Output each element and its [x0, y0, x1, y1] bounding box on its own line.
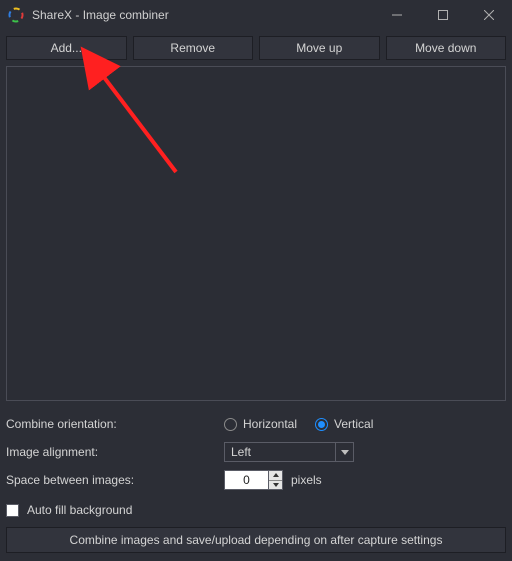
chevron-down-icon: [273, 483, 279, 487]
orientation-vertical-radio[interactable]: Vertical: [315, 417, 373, 431]
alignment-label: Image alignment:: [6, 445, 224, 459]
orientation-label: Combine orientation:: [6, 417, 224, 431]
radio-label: Horizontal: [243, 417, 297, 431]
orientation-row: Combine orientation: Horizontal Vertical: [6, 411, 506, 437]
add-button[interactable]: Add...: [6, 36, 127, 60]
autofill-row: Auto fill background: [0, 495, 512, 525]
space-label: Space between images:: [6, 473, 224, 487]
space-step-down[interactable]: [269, 480, 282, 490]
orientation-radios: Horizontal Vertical: [224, 417, 373, 431]
alignment-select[interactable]: Left: [224, 442, 354, 462]
close-button[interactable]: [466, 0, 512, 30]
radio-icon: [315, 418, 328, 431]
space-row: Space between images: 0 pixels: [6, 467, 506, 493]
image-list-container: [6, 66, 506, 401]
space-input-group: 0 pixels: [224, 470, 322, 490]
autofill-checkbox[interactable]: [6, 504, 19, 517]
sharex-logo-icon: [8, 7, 24, 23]
orientation-horizontal-radio[interactable]: Horizontal: [224, 417, 297, 431]
space-unit: pixels: [291, 473, 322, 487]
radio-icon: [224, 418, 237, 431]
chevron-down-icon: [341, 450, 349, 455]
autofill-label: Auto fill background: [27, 503, 132, 517]
image-list[interactable]: [6, 66, 506, 401]
maximize-button[interactable]: [420, 0, 466, 30]
radio-label: Vertical: [334, 417, 373, 431]
space-input[interactable]: 0: [224, 470, 268, 490]
moveup-button[interactable]: Move up: [259, 36, 380, 60]
alignment-value: Left: [224, 442, 336, 462]
space-spinner: [268, 470, 283, 490]
titlebar: ShareX - Image combiner: [0, 0, 512, 30]
alignment-row: Image alignment: Left: [6, 439, 506, 465]
window-controls: [374, 0, 512, 30]
minimize-button[interactable]: [374, 0, 420, 30]
space-step-up[interactable]: [269, 471, 282, 480]
window: ShareX - Image combiner Add... Remove Mo…: [0, 0, 512, 561]
combine-button[interactable]: Combine images and save/upload depending…: [6, 527, 506, 553]
alignment-dropdown-button[interactable]: [336, 442, 354, 462]
remove-button[interactable]: Remove: [133, 36, 254, 60]
toolbar: Add... Remove Move up Move down: [0, 30, 512, 66]
movedown-button[interactable]: Move down: [386, 36, 507, 60]
window-title: ShareX - Image combiner: [32, 8, 169, 22]
chevron-up-icon: [273, 473, 279, 477]
form: Combine orientation: Horizontal Vertical…: [0, 411, 512, 495]
